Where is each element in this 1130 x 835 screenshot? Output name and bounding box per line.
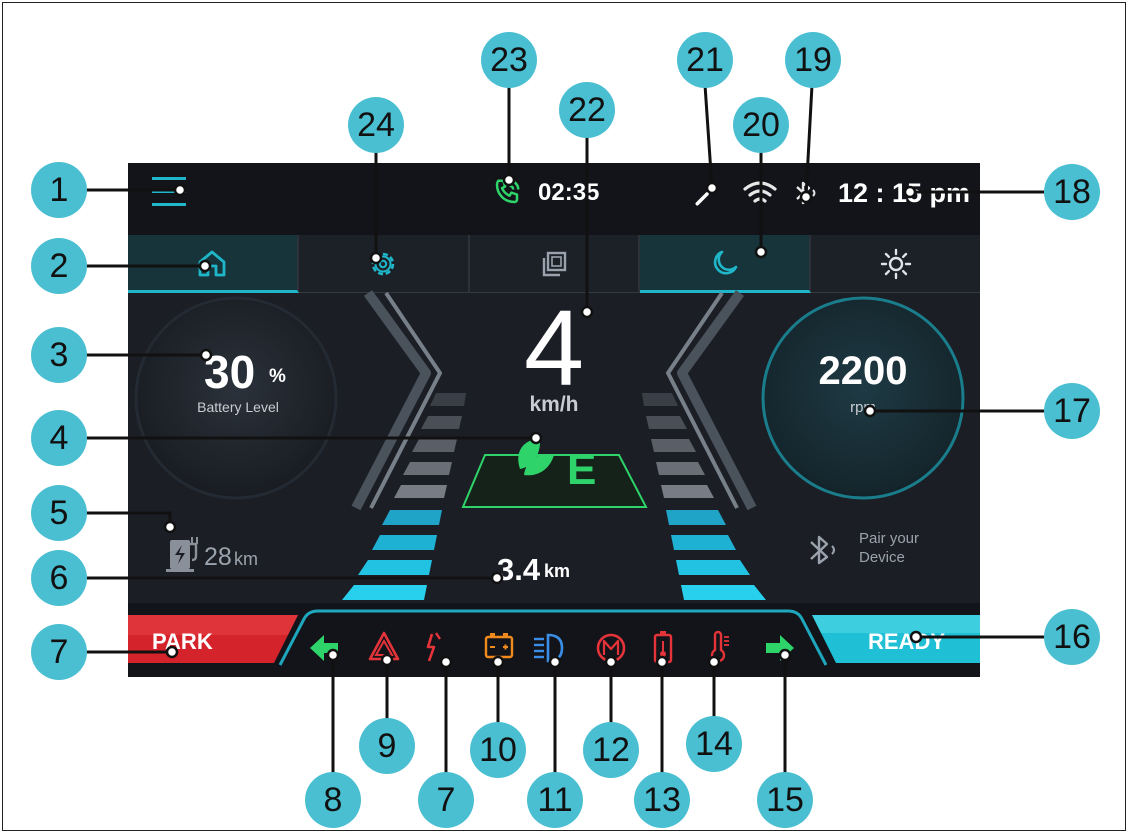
callout-23: 23 bbox=[481, 32, 537, 88]
callout-17: 17 bbox=[1044, 383, 1100, 439]
callout-21: 21 bbox=[677, 32, 733, 88]
callout-4: 4 bbox=[31, 410, 87, 466]
callout-5: 5 bbox=[31, 485, 87, 541]
callout-18: 18 bbox=[1044, 164, 1100, 220]
callout-20: 20 bbox=[733, 97, 789, 153]
callout-16: 16 bbox=[1044, 609, 1100, 665]
callout-22: 22 bbox=[559, 82, 615, 138]
callout-7b: 7 bbox=[418, 772, 474, 828]
callout-7: 7 bbox=[31, 624, 87, 680]
callout-6: 6 bbox=[31, 550, 87, 606]
callout-24: 24 bbox=[348, 97, 404, 153]
callout-11: 11 bbox=[527, 772, 583, 828]
callout-2: 2 bbox=[31, 238, 87, 294]
callout-1: 1 bbox=[31, 162, 87, 218]
callout-3: 3 bbox=[31, 327, 87, 383]
callout-10: 10 bbox=[470, 722, 526, 778]
callout-15: 15 bbox=[757, 772, 813, 828]
callout-12: 12 bbox=[583, 722, 639, 778]
callout-13: 13 bbox=[634, 772, 690, 828]
callout-8: 8 bbox=[305, 772, 361, 828]
callout-19: 19 bbox=[785, 32, 841, 88]
callout-9: 9 bbox=[359, 718, 415, 774]
callout-14: 14 bbox=[686, 716, 742, 772]
